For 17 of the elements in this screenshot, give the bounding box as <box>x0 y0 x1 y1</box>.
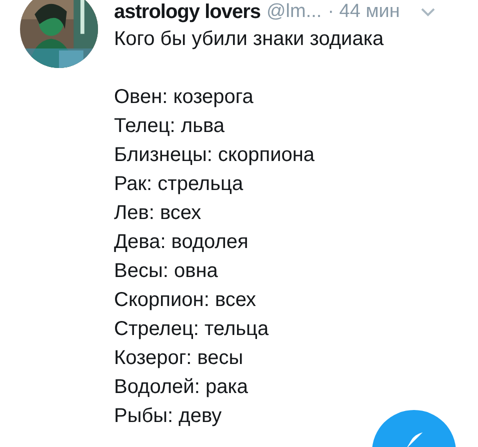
tweet-line: Лев: всех <box>114 201 202 226</box>
caret-icon[interactable] <box>420 7 436 17</box>
tweet-line: Весы: овна <box>114 259 218 284</box>
tweet-line: Водолей: рака <box>114 375 248 400</box>
tweet-line: Близнецы: скорпиона <box>114 143 315 168</box>
author-name[interactable]: astrology lovers <box>114 0 261 24</box>
author-handle: @lm... <box>266 1 322 23</box>
tweet-line: Козерог: весы <box>114 346 244 371</box>
tweet-line: Дева: водолея <box>114 230 248 255</box>
tweet-line: Телец: льва <box>114 114 225 139</box>
tweet-title: Кого бы убили знаки зодиака <box>114 27 384 52</box>
tweet-line: Скорпион: всех <box>114 288 256 313</box>
tweet-time: · 44 мин <box>328 1 400 23</box>
tweet-line: Овен: козерога <box>114 85 254 110</box>
tweet-line: Стрелец: тельца <box>114 317 269 342</box>
tweet-line: Рак: стрельца <box>114 172 244 197</box>
tweet-line: Рыбы: деву <box>114 404 222 429</box>
